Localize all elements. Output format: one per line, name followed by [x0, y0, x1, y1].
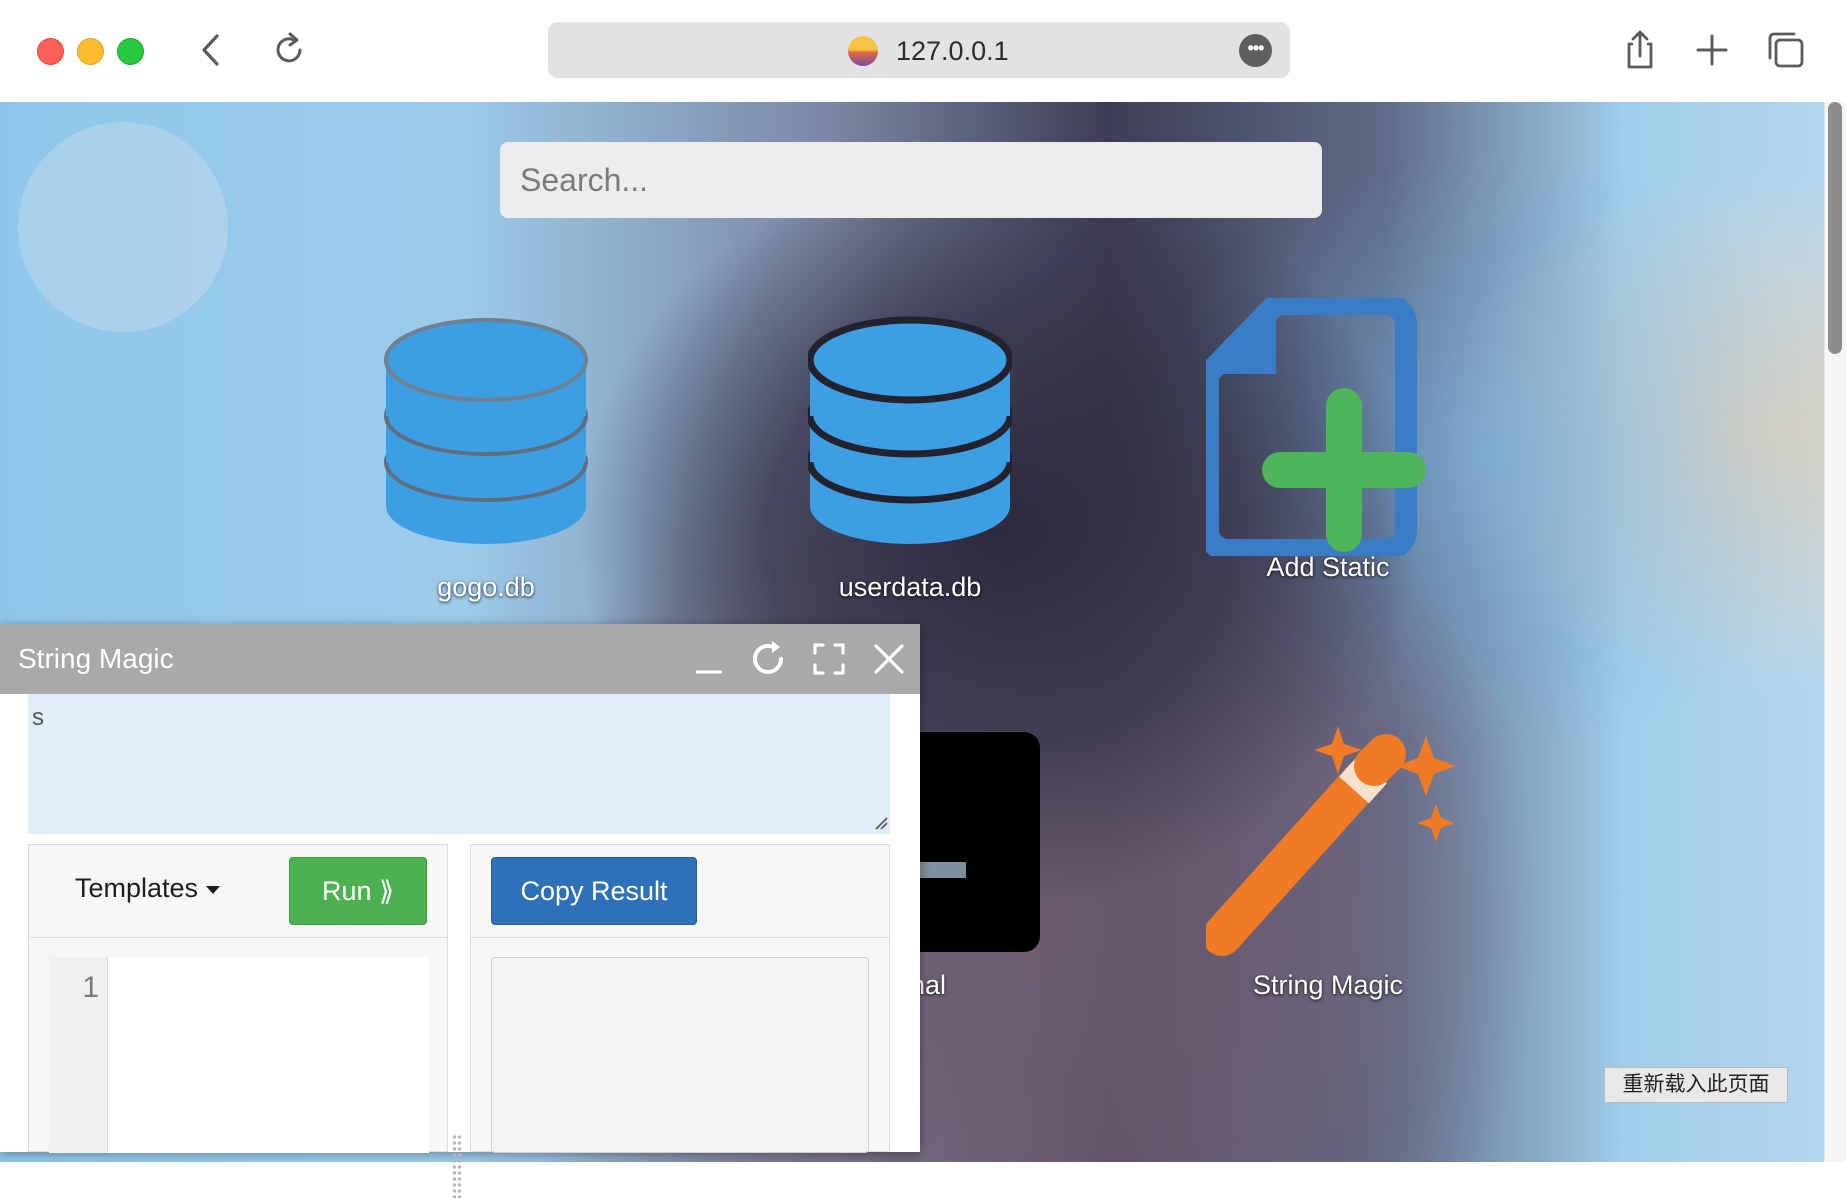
copy-result-button[interactable]: Copy Result	[491, 857, 697, 925]
line-number: 1	[82, 971, 99, 1004]
app-label: String Magic	[1252, 970, 1404, 1000]
terminal-icon[interactable]	[900, 732, 1040, 952]
site-favicon-icon	[848, 36, 878, 66]
templates-dropdown[interactable]: Templates	[75, 873, 221, 904]
database-icon	[384, 318, 588, 544]
scrollbar-thumb[interactable]	[1828, 102, 1842, 354]
magic-wand-icon	[1206, 726, 1456, 956]
app-tile-gogo-db[interactable]: gogo.db	[356, 302, 616, 602]
script-panel: Templates Run ⟫ 1	[28, 844, 448, 1153]
page-scrollbar[interactable]	[1824, 102, 1846, 1162]
line-gutter: 1	[49, 957, 108, 1153]
background-decoration	[18, 122, 228, 332]
browser-toolbar: 127.0.0.1 •••	[0, 0, 1846, 103]
app-tile-userdata-db[interactable]: userdata.db	[780, 302, 1040, 602]
app-tile-string-magic[interactable]: String Magic	[1206, 716, 1466, 1036]
window-body: Templates Run ⟫ 1 Copy Result	[0, 694, 920, 1198]
app-label: userdata.db	[838, 572, 982, 602]
resize-grip-icon[interactable]	[874, 816, 888, 830]
terminal-cursor	[918, 862, 966, 878]
close-icon[interactable]	[868, 638, 910, 680]
result-panel: Copy Result	[470, 844, 890, 1153]
search-input[interactable]	[500, 142, 1322, 218]
reload-page-button[interactable]: 重新载入此页面	[1604, 1067, 1788, 1103]
window-title: String Magic	[18, 643, 174, 674]
result-toolbar: Copy Result	[471, 845, 889, 938]
new-tab-icon[interactable]	[1690, 28, 1734, 72]
back-icon[interactable]	[192, 30, 232, 70]
address-text: 127.0.0.1	[896, 36, 1009, 66]
caret-down-icon	[206, 885, 221, 894]
database-icon	[808, 316, 1012, 544]
code-area[interactable]	[109, 957, 429, 1153]
app-label: Add Static	[1266, 552, 1390, 582]
more-options-icon[interactable]: •••	[1239, 34, 1272, 67]
address-bar[interactable]: 127.0.0.1 •••	[548, 22, 1290, 78]
minimize-window-button[interactable]	[77, 38, 104, 65]
string-magic-window: String Magic Templates Run ⟫ 1	[0, 624, 920, 1198]
refresh-icon[interactable]	[748, 638, 790, 680]
result-output[interactable]	[491, 957, 869, 1153]
fullscreen-icon[interactable]	[808, 638, 850, 680]
split-handle[interactable]	[452, 1134, 462, 1198]
tab-overview-icon[interactable]	[1764, 28, 1808, 72]
window-titlebar[interactable]: String Magic	[0, 624, 920, 694]
run-button[interactable]: Run ⟫	[289, 857, 427, 925]
close-window-button[interactable]	[37, 38, 64, 65]
app-tile-add-static[interactable]: Add Static	[1206, 292, 1466, 602]
zoom-window-button[interactable]	[117, 38, 144, 65]
string-input[interactable]	[28, 694, 890, 834]
minimize-icon[interactable]	[688, 638, 730, 680]
reload-icon[interactable]	[270, 30, 310, 70]
script-toolbar: Templates Run ⟫	[29, 845, 447, 938]
share-icon[interactable]	[1618, 28, 1662, 72]
code-editor[interactable]: 1	[49, 957, 429, 1153]
add-file-icon	[1206, 298, 1426, 556]
templates-label: Templates	[75, 873, 199, 903]
app-label: gogo.db	[437, 572, 535, 602]
